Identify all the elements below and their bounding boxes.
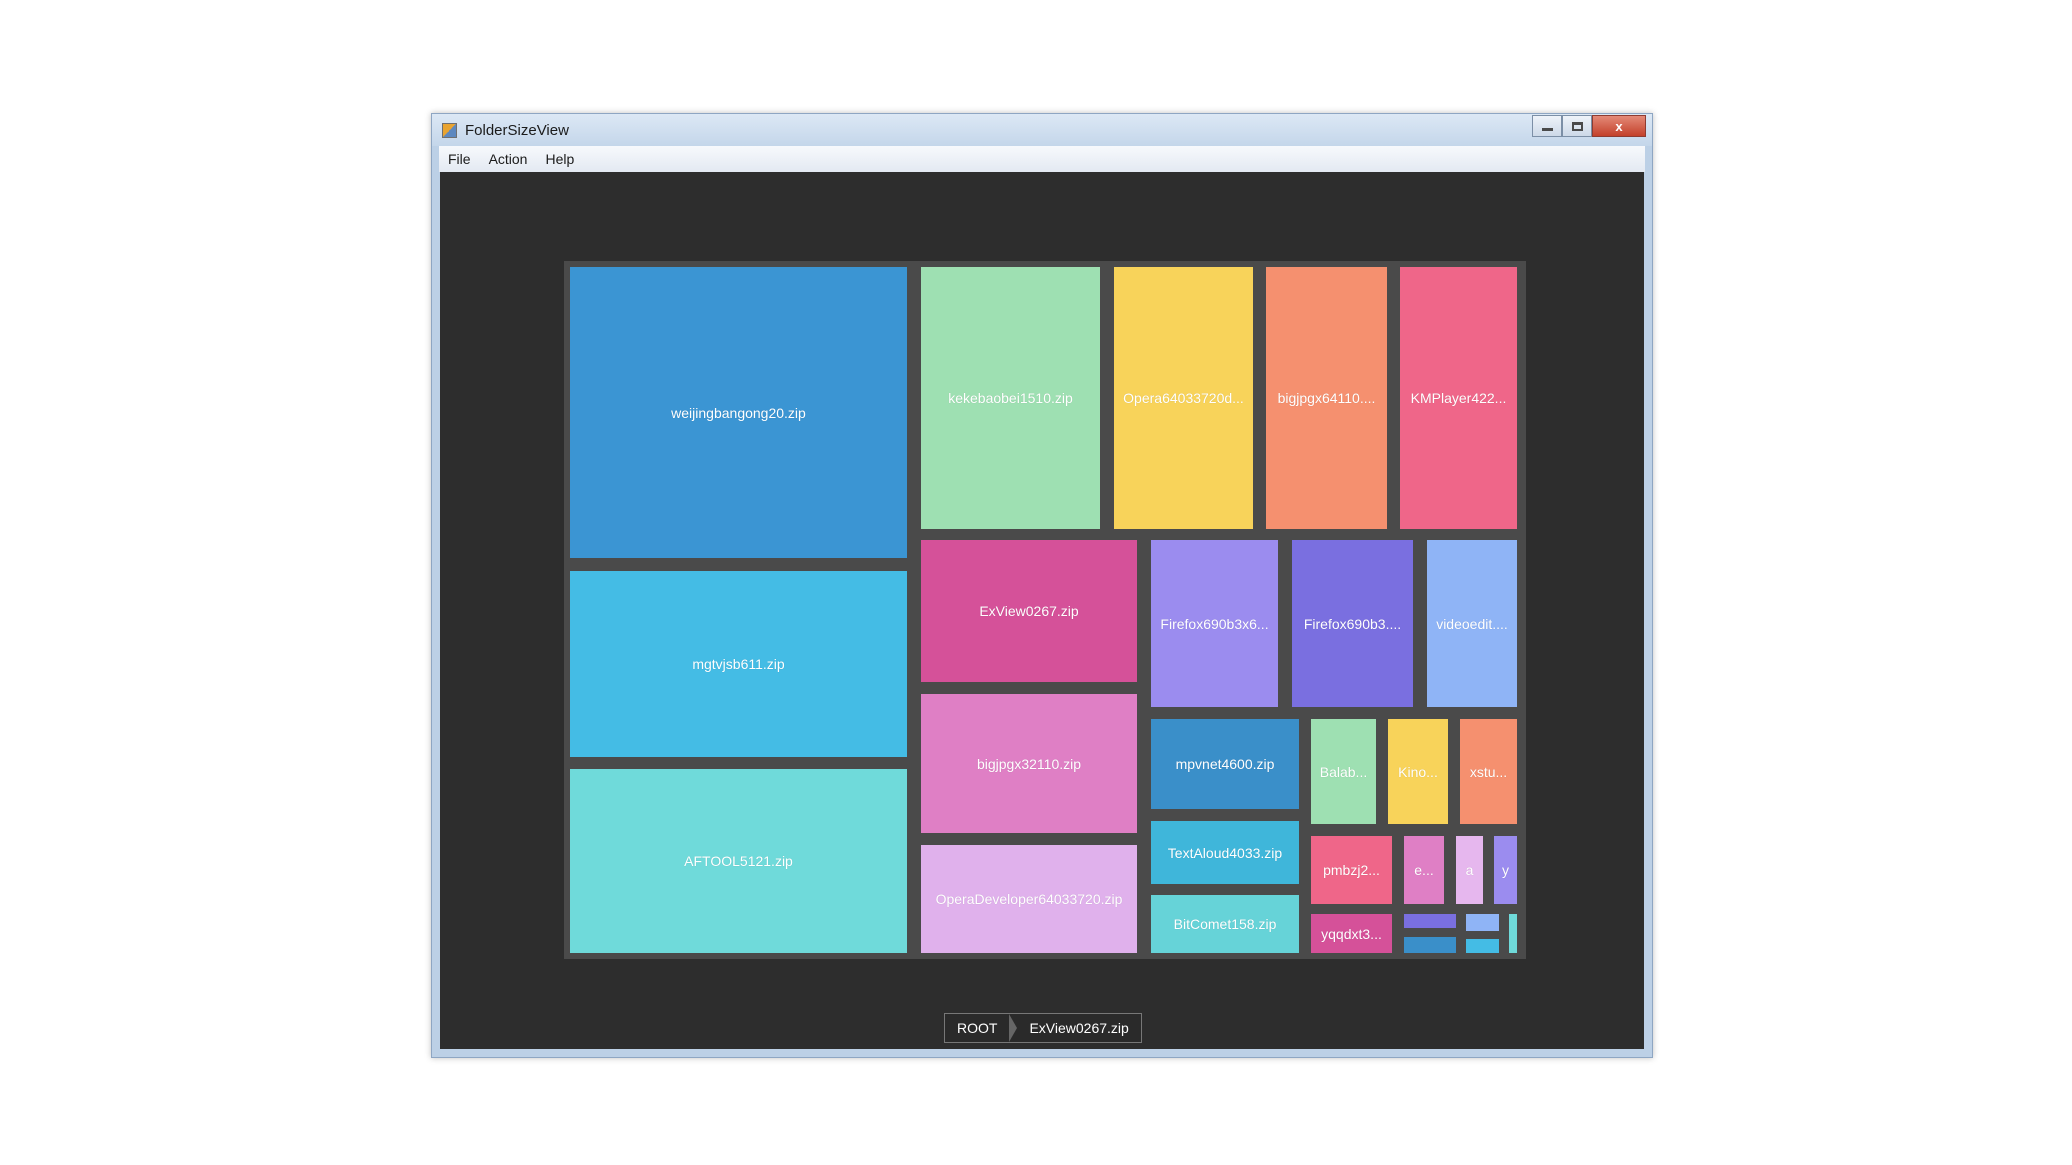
breadcrumb-separator-icon: [1009, 1014, 1018, 1042]
treemap-tile[interactable]: AFTOOL5121.zip: [570, 769, 907, 953]
treemap-tile[interactable]: xstu...: [1460, 719, 1517, 824]
treemap-tile[interactable]: a: [1456, 836, 1483, 904]
breadcrumb: ROOT ExView0267.zip: [944, 1013, 1142, 1043]
treemap-tile[interactable]: Firefox690b3....: [1292, 540, 1413, 707]
minimize-icon: [1541, 127, 1553, 131]
treemap: weijingbangong20.zip mgtvjsb611.zip AFTOOL…: [564, 261, 1526, 959]
treemap-tile[interactable]: ExView0267.zip: [921, 540, 1137, 682]
breadcrumb-root[interactable]: ROOT: [945, 1014, 1009, 1042]
treemap-tile[interactable]: KMPlayer422...: [1400, 267, 1517, 529]
close-button[interactable]: x: [1592, 115, 1646, 137]
maximize-icon: [1571, 121, 1583, 131]
treemap-tile[interactable]: bigjpgx32110.zip: [921, 694, 1137, 833]
treemap-tile[interactable]: yqqdxt3...: [1311, 914, 1392, 953]
treemap-tile[interactable]: OperaDeveloper64033720.zip: [921, 845, 1137, 953]
treemap-tile[interactable]: [1466, 939, 1499, 953]
menu-bar: File Action Help: [439, 146, 1645, 172]
treemap-tile[interactable]: [1404, 937, 1456, 953]
treemap-tile[interactable]: [1509, 914, 1517, 953]
window-controls: x: [1532, 115, 1646, 137]
treemap-tile[interactable]: Firefox690b3x6...: [1151, 540, 1278, 707]
app-window: FolderSizeView x File Action Help weijin…: [431, 113, 1653, 1058]
title-bar[interactable]: FolderSizeView x: [432, 114, 1652, 146]
treemap-tile[interactable]: [1466, 914, 1499, 931]
maximize-button[interactable]: [1562, 115, 1592, 137]
treemap-tile[interactable]: [1404, 914, 1456, 928]
minimize-button[interactable]: [1532, 115, 1562, 137]
treemap-tile[interactable]: Opera64033720d...: [1114, 267, 1253, 529]
app-icon: [442, 123, 457, 138]
treemap-tile[interactable]: mpvnet4600.zip: [1151, 719, 1299, 809]
close-icon: x: [1615, 118, 1623, 134]
treemap-tile[interactable]: Balab...: [1311, 719, 1376, 824]
window-title: FolderSizeView: [465, 122, 569, 139]
treemap-tile[interactable]: e...: [1404, 836, 1444, 904]
treemap-tile[interactable]: TextAloud4033.zip: [1151, 821, 1299, 884]
treemap-tile[interactable]: y: [1494, 836, 1517, 904]
treemap-tile[interactable]: mgtvjsb611.zip: [570, 571, 907, 757]
menu-action[interactable]: Action: [480, 151, 537, 167]
treemap-canvas: weijingbangong20.zip mgtvjsb611.zip AFTOOL…: [440, 172, 1644, 1049]
menu-file[interactable]: File: [439, 151, 480, 167]
breadcrumb-current[interactable]: ExView0267.zip: [1017, 1014, 1140, 1042]
treemap-tile[interactable]: bigjpgx64110....: [1266, 267, 1387, 529]
treemap-tile[interactable]: kekebaobei1510.zip: [921, 267, 1100, 529]
treemap-tile[interactable]: videoedit....: [1427, 540, 1517, 707]
treemap-tile[interactable]: BitComet158.zip: [1151, 895, 1299, 953]
treemap-tile[interactable]: weijingbangong20.zip: [570, 267, 907, 558]
menu-help[interactable]: Help: [536, 151, 583, 167]
treemap-tile[interactable]: Kino...: [1388, 719, 1448, 824]
treemap-tile[interactable]: pmbzj2...: [1311, 836, 1392, 904]
